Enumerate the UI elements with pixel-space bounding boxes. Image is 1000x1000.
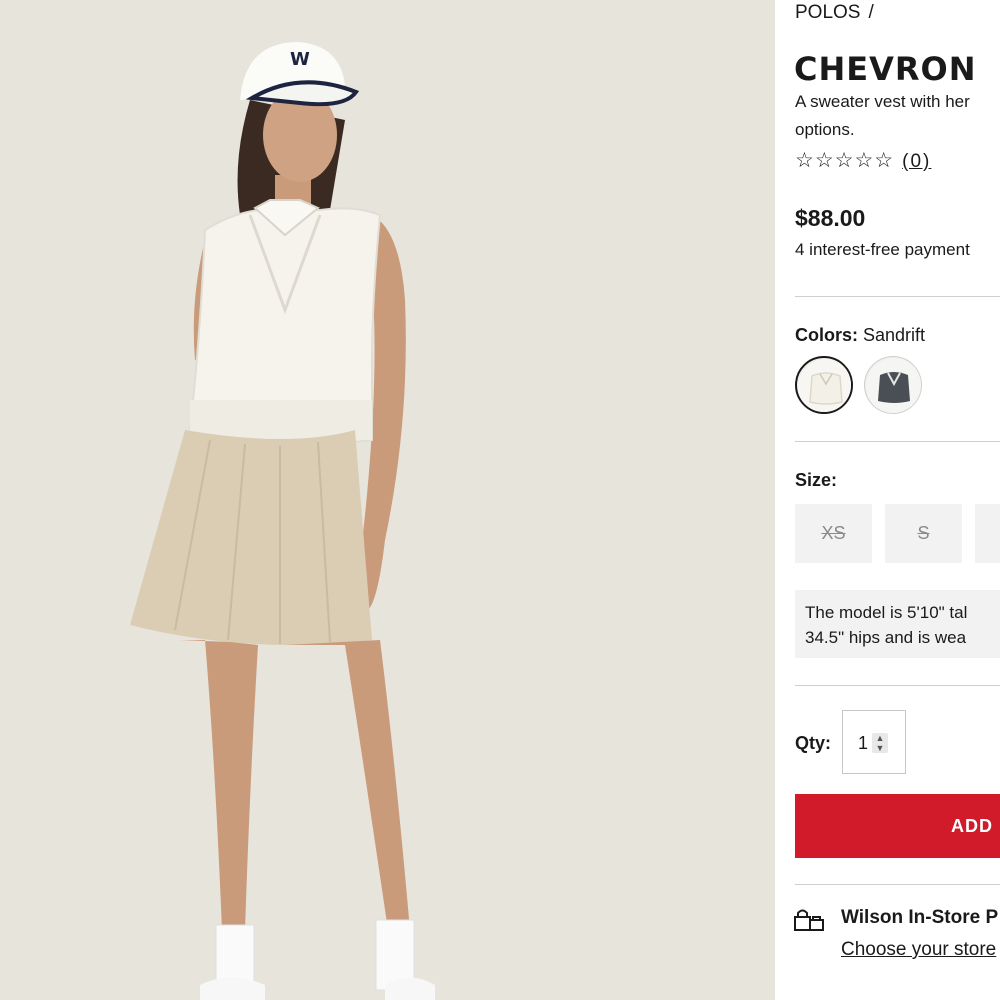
size-option-s[interactable]: S xyxy=(885,504,962,563)
size-label: Size: xyxy=(795,470,838,490)
quantity-stepper-icon[interactable]: ▲ ▼ xyxy=(872,733,888,753)
model-size-note: The model is 5'10" tal 34.5" hips and is… xyxy=(795,590,1000,658)
size-option-m[interactable] xyxy=(975,504,1000,563)
model-note-line-1: The model is 5'10" tal xyxy=(805,603,968,622)
size-option-xs[interactable]: XS xyxy=(795,504,872,563)
color-swatch-charcoal[interactable] xyxy=(864,356,922,414)
color-swatch-sandrift[interactable] xyxy=(795,356,853,414)
store-pickup-title: Wilson In-Store P xyxy=(841,907,999,928)
product-price: $88.00 xyxy=(795,205,866,231)
breadcrumb-polos[interactable]: POLOS xyxy=(795,2,860,23)
model-photo-illustration: W xyxy=(0,0,775,1000)
product-image[interactable]: W xyxy=(0,0,775,1000)
breadcrumb: POLOS / xyxy=(795,2,874,24)
divider xyxy=(795,884,1000,885)
installments-text: 4 interest-free payment xyxy=(795,240,970,259)
description-line-1: A sweater vest with her xyxy=(795,92,970,111)
store-pickup-icon xyxy=(794,909,824,931)
review-count-link[interactable]: (0) xyxy=(902,151,931,172)
quantity-label: Qty: xyxy=(795,733,831,753)
colors-label-heading: Colors: xyxy=(795,325,858,345)
colors-label: Colors: Sandrift xyxy=(795,325,925,346)
choose-store-link[interactable]: Choose your store xyxy=(841,939,996,961)
product-details-panel: POLOS / CHEVRON A sweater vest with her o… xyxy=(775,0,1000,1000)
vest-thumbnail-icon xyxy=(866,358,921,413)
description-line-2: options. xyxy=(795,120,855,139)
svg-text:W: W xyxy=(290,49,310,70)
product-rating[interactable]: ☆☆☆☆☆ (0) xyxy=(795,148,931,173)
quantity-value: 1 xyxy=(858,733,869,753)
model-note-line-2: 34.5" hips and is wea xyxy=(805,628,967,647)
rating-stars-icon: ☆☆☆☆☆ xyxy=(795,149,895,172)
breadcrumb-separator: / xyxy=(868,2,874,23)
product-title: CHEVRON xyxy=(794,50,977,88)
quantity-input[interactable]: 1 ▲ ▼ xyxy=(842,710,906,774)
divider xyxy=(795,296,1000,297)
add-to-cart-button[interactable]: ADD xyxy=(795,794,1000,858)
vest-thumbnail-icon xyxy=(798,359,851,412)
product-description: A sweater vest with her options. xyxy=(795,88,1000,144)
divider xyxy=(795,685,1000,686)
divider xyxy=(795,441,1000,442)
selected-color-name: Sandrift xyxy=(863,325,926,345)
